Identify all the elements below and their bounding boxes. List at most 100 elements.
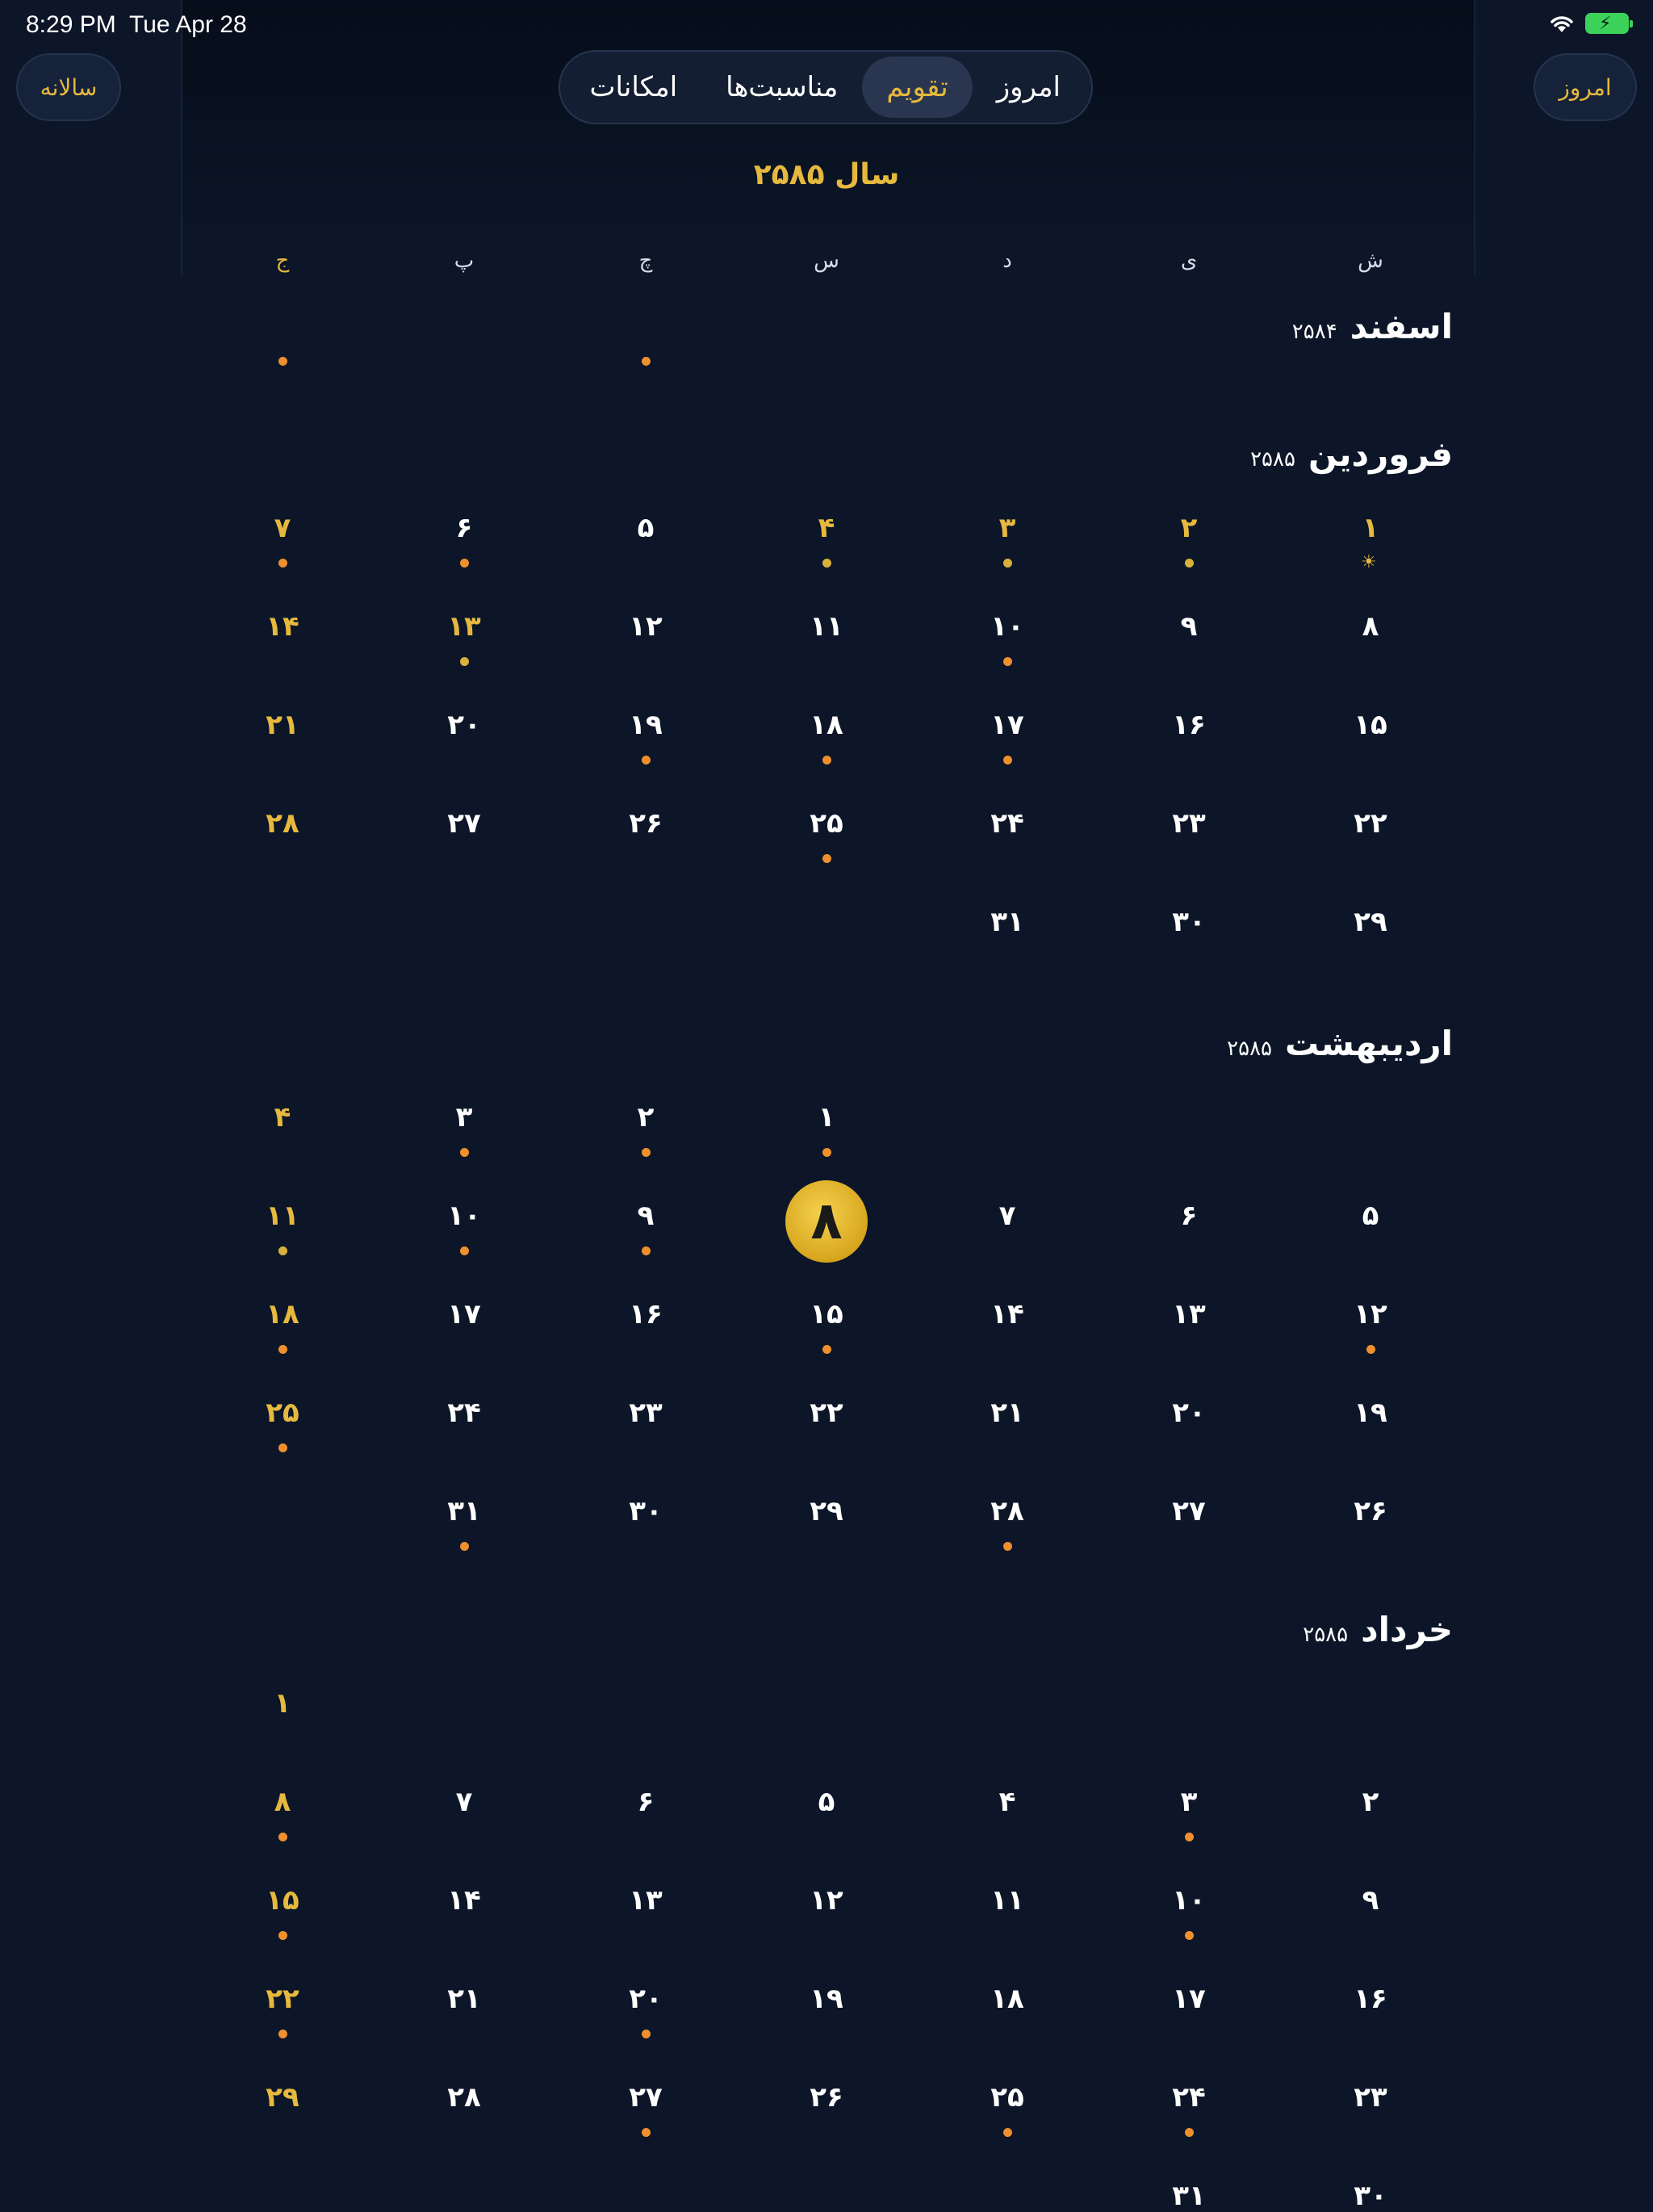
tab-features[interactable]: امکانات bbox=[566, 57, 702, 118]
day-cell[interactable]: ۵ bbox=[1334, 1200, 1407, 1232]
day-cell[interactable]: ۲۲ bbox=[246, 1983, 319, 2015]
day-cell[interactable]: ۱۶ bbox=[1153, 709, 1225, 741]
day-cell[interactable]: ۵ bbox=[790, 1786, 863, 1818]
day-cell[interactable]: ۹ bbox=[609, 1200, 682, 1232]
day-cell[interactable]: ۲۳ bbox=[609, 1397, 682, 1429]
day-cell[interactable]: ۱۳ bbox=[609, 1884, 682, 1917]
day-cell[interactable]: ۳۰ bbox=[1334, 2180, 1407, 2212]
day-cell[interactable]: ۹ bbox=[1153, 610, 1225, 643]
day-cell[interactable]: ۲۹ bbox=[246, 2081, 319, 2114]
day-cell[interactable]: ۲۵ bbox=[790, 807, 863, 840]
go-today-button[interactable]: امروز bbox=[1534, 53, 1637, 121]
day-cell[interactable]: ۱۶ bbox=[1334, 1983, 1407, 2015]
day-cell[interactable]: ۳۰ bbox=[609, 1495, 682, 1527]
day-cell[interactable]: ۲۳ bbox=[1334, 2081, 1407, 2114]
day-cell[interactable]: ۱۷ bbox=[1153, 1983, 1225, 2015]
day-cell[interactable]: ۲۶ bbox=[609, 807, 682, 840]
day-cell[interactable]: ۱ bbox=[246, 1687, 319, 1720]
day-cell[interactable]: ۱۳ bbox=[428, 610, 500, 643]
day-cell[interactable]: ۳ bbox=[1153, 1786, 1225, 1818]
day-cell[interactable]: ۲۰ bbox=[1153, 1397, 1225, 1429]
day-cell[interactable]: ۲۱ bbox=[971, 1397, 1044, 1429]
day-cell[interactable]: ۲ bbox=[1153, 512, 1225, 544]
day-cell[interactable]: ۷ bbox=[971, 1200, 1044, 1232]
day-cell[interactable]: ۳ bbox=[428, 1101, 500, 1133]
day-cell[interactable]: ۸ bbox=[1334, 610, 1407, 643]
day-cell[interactable]: ۷ bbox=[428, 1786, 500, 1818]
day-cell[interactable]: ۱۵ bbox=[790, 1298, 863, 1330]
day-cell[interactable]: ۲۶ bbox=[1334, 1495, 1407, 1527]
day-cell[interactable]: ۲۲ bbox=[1334, 807, 1407, 840]
day-cell[interactable]: ۱۸ bbox=[790, 709, 863, 741]
day-cell[interactable]: ۶ bbox=[1153, 1200, 1225, 1232]
day-cell[interactable]: ۲۲ bbox=[790, 1397, 863, 1429]
day-cell[interactable]: ۲۱ bbox=[246, 709, 319, 741]
day-cell[interactable]: ۲۱ bbox=[428, 1983, 500, 2015]
day-cell[interactable]: ۱۷ bbox=[428, 1298, 500, 1330]
day-cell[interactable]: ۲۸ bbox=[428, 2081, 500, 2114]
day-cell[interactable]: ۷ bbox=[246, 512, 319, 544]
tab-today[interactable]: امروز bbox=[973, 57, 1085, 118]
day-cell[interactable]: ۱۱ bbox=[971, 1884, 1044, 1917]
day-cell[interactable]: ۱۵ bbox=[1334, 709, 1407, 741]
day-cell[interactable]: ۱۵ bbox=[246, 1884, 319, 1917]
day-cell[interactable]: ۴ bbox=[971, 1786, 1044, 1818]
day-cell[interactable]: ۱۱ bbox=[246, 1200, 319, 1232]
day-cell[interactable]: ۳۱ bbox=[971, 906, 1044, 938]
day-cell[interactable]: ۲۴ bbox=[1153, 2081, 1225, 2114]
day-cell[interactable]: ۱۴ bbox=[971, 1298, 1044, 1330]
day-cell[interactable]: ۶ bbox=[428, 512, 500, 544]
day-cell[interactable]: ۳ bbox=[971, 512, 1044, 544]
day-cell[interactable]: ۱۰ bbox=[971, 610, 1044, 643]
day-cell[interactable]: ۲۷ bbox=[1153, 1495, 1225, 1527]
day-cell[interactable]: ۲۵ bbox=[971, 2081, 1044, 2114]
day-cell[interactable]: ۱۲ bbox=[1334, 1298, 1407, 1330]
day-cell[interactable]: ۱۴ bbox=[246, 610, 319, 643]
yearly-view-button[interactable]: سالانه bbox=[16, 53, 121, 121]
day-cell[interactable]: ۱۶ bbox=[609, 1298, 682, 1330]
day-cell[interactable]: ۲ bbox=[609, 1101, 682, 1133]
day-cell[interactable]: ۸ bbox=[246, 1786, 319, 1818]
day-cell[interactable]: ۹ bbox=[1334, 1884, 1407, 1917]
day-cell[interactable]: ۲۷ bbox=[428, 807, 500, 840]
tab-calendar[interactable]: تقویم bbox=[862, 57, 973, 118]
day-cell[interactable]: ۱۴ bbox=[428, 1884, 500, 1917]
day-cell[interactable]: ۲۴ bbox=[428, 1397, 500, 1429]
day-cell[interactable]: ۴ bbox=[246, 1101, 319, 1133]
tab-occasions[interactable]: مناسبت‌ها bbox=[701, 57, 862, 118]
day-cell[interactable]: ۲۵ bbox=[246, 1397, 319, 1429]
day-cell[interactable]: ۱۹ bbox=[1334, 1397, 1407, 1429]
day-cell[interactable]: ۶ bbox=[609, 1786, 682, 1818]
day-cell[interactable]: ۲۹ bbox=[1334, 906, 1407, 938]
weekday-label: س bbox=[814, 249, 839, 273]
day-cell[interactable]: ۱ bbox=[790, 1101, 863, 1133]
day-cell[interactable]: ۳۰ bbox=[1153, 906, 1225, 938]
day-cell[interactable]: ۱۰ bbox=[428, 1200, 500, 1232]
day-cell[interactable]: ۵ bbox=[609, 512, 682, 544]
day-cell[interactable]: ۱۷ bbox=[971, 709, 1044, 741]
day-cell[interactable]: ۱۹ bbox=[609, 709, 682, 741]
day-cell[interactable]: ۱۳ bbox=[1153, 1298, 1225, 1330]
day-cell[interactable]: ۲۹ bbox=[790, 1495, 863, 1527]
day-cell[interactable]: ۲۷ bbox=[609, 2081, 682, 2114]
day-cell[interactable]: ۲۰ bbox=[609, 1983, 682, 2015]
day-cell[interactable]: ۲۰ bbox=[428, 709, 500, 741]
day-cell[interactable]: ۱۲ bbox=[790, 1884, 863, 1917]
day-cell[interactable]: ۱۰ bbox=[1153, 1884, 1225, 1917]
day-cell[interactable]: ۳۱ bbox=[1153, 2180, 1225, 2212]
day-cell[interactable]: ۲۸ bbox=[971, 1495, 1044, 1527]
day-cell[interactable]: ۳۱ bbox=[428, 1495, 500, 1527]
day-cell[interactable]: ۲۴ bbox=[971, 807, 1044, 840]
day-cell[interactable]: ۱۱ bbox=[790, 610, 863, 643]
day-cell[interactable]: ۱۸ bbox=[971, 1983, 1044, 2015]
day-cell[interactable]: ۲۳ bbox=[1153, 807, 1225, 840]
today-day-cell[interactable]: ۸ bbox=[785, 1180, 868, 1263]
day-cell[interactable]: ۴ bbox=[790, 512, 863, 544]
day-cell[interactable]: ۱ bbox=[1334, 512, 1407, 544]
day-cell[interactable]: ۱۸ bbox=[246, 1298, 319, 1330]
day-cell[interactable]: ۲۸ bbox=[246, 807, 319, 840]
day-cell[interactable]: ۱۲ bbox=[609, 610, 682, 643]
day-cell[interactable]: ۱۹ bbox=[790, 1983, 863, 2015]
day-cell[interactable]: ۲ bbox=[1334, 1786, 1407, 1818]
day-cell[interactable]: ۲۶ bbox=[790, 2081, 863, 2114]
